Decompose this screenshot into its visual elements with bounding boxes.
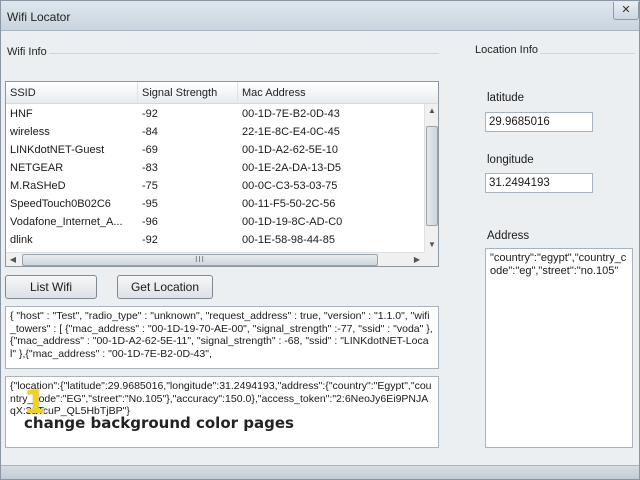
table-row[interactable]: NETGEAR -83 00-1E-2A-DA-13-D5	[6, 160, 424, 176]
scroll-right-arrow-icon[interactable]: ▶	[410, 253, 424, 266]
cell-ssid: HNF	[10, 108, 33, 120]
table-row[interactable]: wireless -84 22-1E-8C-E4-0C-45	[6, 124, 424, 140]
cell-ssid: dlink	[10, 234, 33, 246]
table-row[interactable]: Vodafone_Internet_A... -96 00-1D-19-8C-A…	[6, 214, 424, 230]
longitude-label: longitude	[487, 154, 534, 166]
cell-signal: -84	[142, 126, 158, 138]
scroll-left-arrow-icon[interactable]: ◀	[6, 253, 20, 266]
column-header-ssid[interactable]: SSID	[6, 82, 138, 104]
app-window: Wifi Locator ✕ Wifi Info SSID Signal Str…	[0, 0, 640, 480]
wifi-list-header: SSID Signal Strength Mac Address	[6, 82, 438, 104]
cell-ssid: NETGEAR	[10, 162, 64, 174]
cell-signal: -95	[142, 198, 158, 210]
get-location-button[interactable]: Get Location	[117, 275, 213, 299]
table-row[interactable]: M.RaSHeD -75 00-0C-C3-53-03-75	[6, 178, 424, 194]
wifi-info-divider	[5, 53, 439, 54]
cell-ssid: Vodafone_Internet_A...	[10, 216, 123, 228]
horizontal-scrollbar[interactable]: ◀ III ▶	[6, 252, 424, 266]
scroll-up-arrow-icon[interactable]: ▲	[425, 104, 438, 118]
cell-signal: -96	[142, 216, 158, 228]
table-row[interactable]: SpeedTouch0B02C6 -95 00-11-F5-50-2C-56	[6, 196, 424, 212]
cell-signal: -92	[142, 108, 158, 120]
cell-signal: -69	[142, 144, 158, 156]
latitude-field[interactable]: 29.9685016	[485, 112, 593, 132]
latitude-label: latitude	[487, 92, 525, 104]
location-info-label: Location Info	[473, 44, 540, 56]
address-label: Address	[487, 230, 530, 242]
cell-ssid: LINKdotNET-Guest	[10, 144, 105, 156]
address-textbox[interactable]: "country":"egypt","country_code":"eg","s…	[485, 248, 633, 448]
scrollbar-corner	[424, 252, 438, 266]
cell-mac: 00-11-F5-50-2C-56	[242, 198, 336, 210]
list-wifi-button[interactable]: List Wifi	[5, 275, 97, 299]
table-row[interactable]: dlink -92 00-1E-58-98-44-85	[6, 232, 424, 248]
table-row[interactable]: LINKdotNET-Guest -69 00-1D-A2-62-5E-10	[6, 142, 424, 158]
cell-ssid: M.RaSHeD	[10, 180, 66, 192]
column-header-signal-strength[interactable]: Signal Strength	[138, 82, 238, 104]
cell-signal: -92	[142, 234, 158, 246]
table-row[interactable]: HNF -92 00-1D-7E-B2-0D-43	[6, 106, 424, 122]
window-bottom-edge	[1, 465, 639, 479]
horizontal-scroll-thumb[interactable]: III	[22, 254, 378, 266]
overlay-caption: change background color pages	[24, 414, 294, 432]
title-bar: Wifi Locator ✕	[1, 1, 639, 31]
wifi-list[interactable]: SSID Signal Strength Mac Address HNF -92…	[5, 81, 439, 267]
cell-mac: 00-1D-A2-62-5E-10	[242, 144, 338, 156]
cell-mac: 00-1E-58-98-44-85	[242, 234, 335, 246]
vertical-scroll-thumb[interactable]	[426, 126, 438, 226]
request-json-textbox[interactable]: { "host" : "Test", "radio_type" : "unkno…	[5, 306, 439, 369]
vertical-scrollbar[interactable]: ▲ ▼	[424, 104, 438, 252]
cell-signal: -75	[142, 180, 158, 192]
cell-mac: 00-1D-19-8C-AD-C0	[242, 216, 343, 228]
response-json-textbox[interactable]: {"location":{"latitude":29.9685016,"long…	[5, 376, 439, 448]
close-button[interactable]: ✕	[613, 2, 639, 20]
column-header-mac-address[interactable]: Mac Address	[238, 82, 438, 104]
wifi-info-label: Wifi Info	[5, 46, 49, 58]
cell-mac: 22-1E-8C-E4-0C-45	[242, 126, 340, 138]
cell-mac: 00-0C-C3-53-03-75	[242, 180, 338, 192]
longitude-field[interactable]: 31.2494193	[485, 173, 593, 193]
cell-mac: 00-1D-7E-B2-0D-43	[242, 108, 340, 120]
cell-mac: 00-1E-2A-DA-13-D5	[242, 162, 342, 174]
cell-ssid: wireless	[10, 126, 50, 138]
scroll-down-arrow-icon[interactable]: ▼	[425, 238, 438, 252]
window-title: Wifi Locator	[7, 10, 71, 24]
cell-signal: -83	[142, 162, 158, 174]
cell-ssid: SpeedTouch0B02C6	[10, 198, 111, 210]
